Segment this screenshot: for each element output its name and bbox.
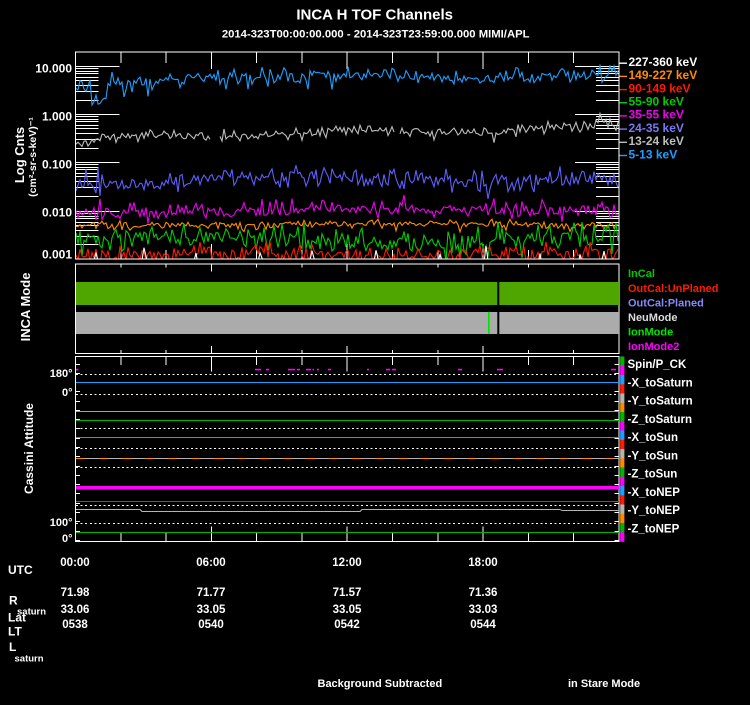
svg-text:00:00: 00:00 [60,557,89,569]
svg-text:L: L [9,640,16,654]
svg-text:in Stare Mode: in Stare Mode [568,678,640,690]
svg-text:0540: 0540 [198,619,224,631]
svg-text:Spin/P_CK: Spin/P_CK [628,359,687,371]
svg-text:33.03: 33.03 [469,604,498,616]
svg-text:100°: 100° [50,517,73,529]
svg-text:-X_toSaturn: -X_toSaturn [628,377,693,389]
svg-text:0.100: 0.100 [42,158,72,172]
svg-text:5-13 keV: 5-13 keV [629,147,678,161]
svg-text:90-149 keV: 90-149 keV [629,81,691,95]
svg-text:OutCal:Planed: OutCal:Planed [628,297,704,309]
svg-text:12:00: 12:00 [332,557,361,569]
svg-text:INCA H TOF Channels: INCA H TOF Channels [296,7,453,24]
svg-text:NeuMode: NeuMode [628,312,678,324]
svg-text:18:00: 18:00 [468,557,497,569]
svg-text:INCA Mode: INCA Mode [18,273,33,342]
svg-text:0°: 0° [62,533,73,545]
svg-text:saturn: saturn [15,654,44,665]
svg-text:0544: 0544 [470,619,496,631]
svg-text:Lat: Lat [8,611,26,625]
svg-text:55-90 keV: 55-90 keV [629,95,684,109]
svg-text:2014-323T00:00:00.000 - 2014-3: 2014-323T00:00:00.000 - 2014-323T23:59:0… [222,29,530,41]
svg-text:71.98: 71.98 [61,587,90,599]
svg-text:0.001: 0.001 [42,248,72,262]
svg-text:-Z_toSun: -Z_toSun [628,469,678,481]
svg-text:13-24 keV: 13-24 keV [629,134,684,148]
svg-text:(cm²-sr-s-keV)⁻¹: (cm²-sr-s-keV)⁻¹ [27,117,39,197]
svg-text:-Y_toSun: -Y_toSun [628,450,678,462]
svg-text:0538: 0538 [62,619,88,631]
svg-text:71.57: 71.57 [333,587,362,599]
svg-text:InCal: InCal [628,268,655,280]
svg-text:-Y_toSaturn: -Y_toSaturn [628,396,693,408]
svg-text:35-55 keV: 35-55 keV [629,108,684,122]
svg-text:Log Cnts: Log Cnts [12,127,27,183]
svg-text:-Z_toNEP: -Z_toNEP [628,524,680,536]
svg-text:227-360 keV: 227-360 keV [629,55,698,69]
svg-text:Cassini Attitude: Cassini Attitude [22,403,36,494]
svg-text:Background Subtracted: Background Subtracted [318,678,443,690]
svg-text:OutCal:UnPlaned: OutCal:UnPlaned [628,283,718,295]
svg-text:-X_toNEP: -X_toNEP [628,487,681,499]
svg-text:-Z_toSaturn: -Z_toSaturn [628,414,693,426]
svg-text:IonMode: IonMode [628,327,673,339]
svg-text:33.06: 33.06 [61,604,90,616]
svg-text:IonMode2: IonMode2 [628,341,679,353]
svg-text:UTC: UTC [8,563,33,577]
svg-text:71.36: 71.36 [469,587,498,599]
svg-text:24-35 keV: 24-35 keV [629,121,684,135]
svg-text:180°: 180° [50,368,73,380]
svg-text:0°: 0° [62,387,73,399]
svg-text:149-227 keV: 149-227 keV [629,68,698,82]
svg-text:LT: LT [8,625,22,639]
svg-text:-X_toSun: -X_toSun [628,432,678,444]
svg-text:33.05: 33.05 [197,604,226,616]
svg-text:-Y_toNEP: -Y_toNEP [628,505,681,517]
svg-text:71.77: 71.77 [197,587,226,599]
svg-text:0542: 0542 [334,619,360,631]
svg-text:1.000: 1.000 [42,110,72,124]
svg-text:R: R [9,593,18,607]
svg-text:06:00: 06:00 [196,557,225,569]
svg-text:10.000: 10.000 [35,62,72,76]
svg-text:33.05: 33.05 [333,604,362,616]
svg-text:0.010: 0.010 [42,206,72,220]
